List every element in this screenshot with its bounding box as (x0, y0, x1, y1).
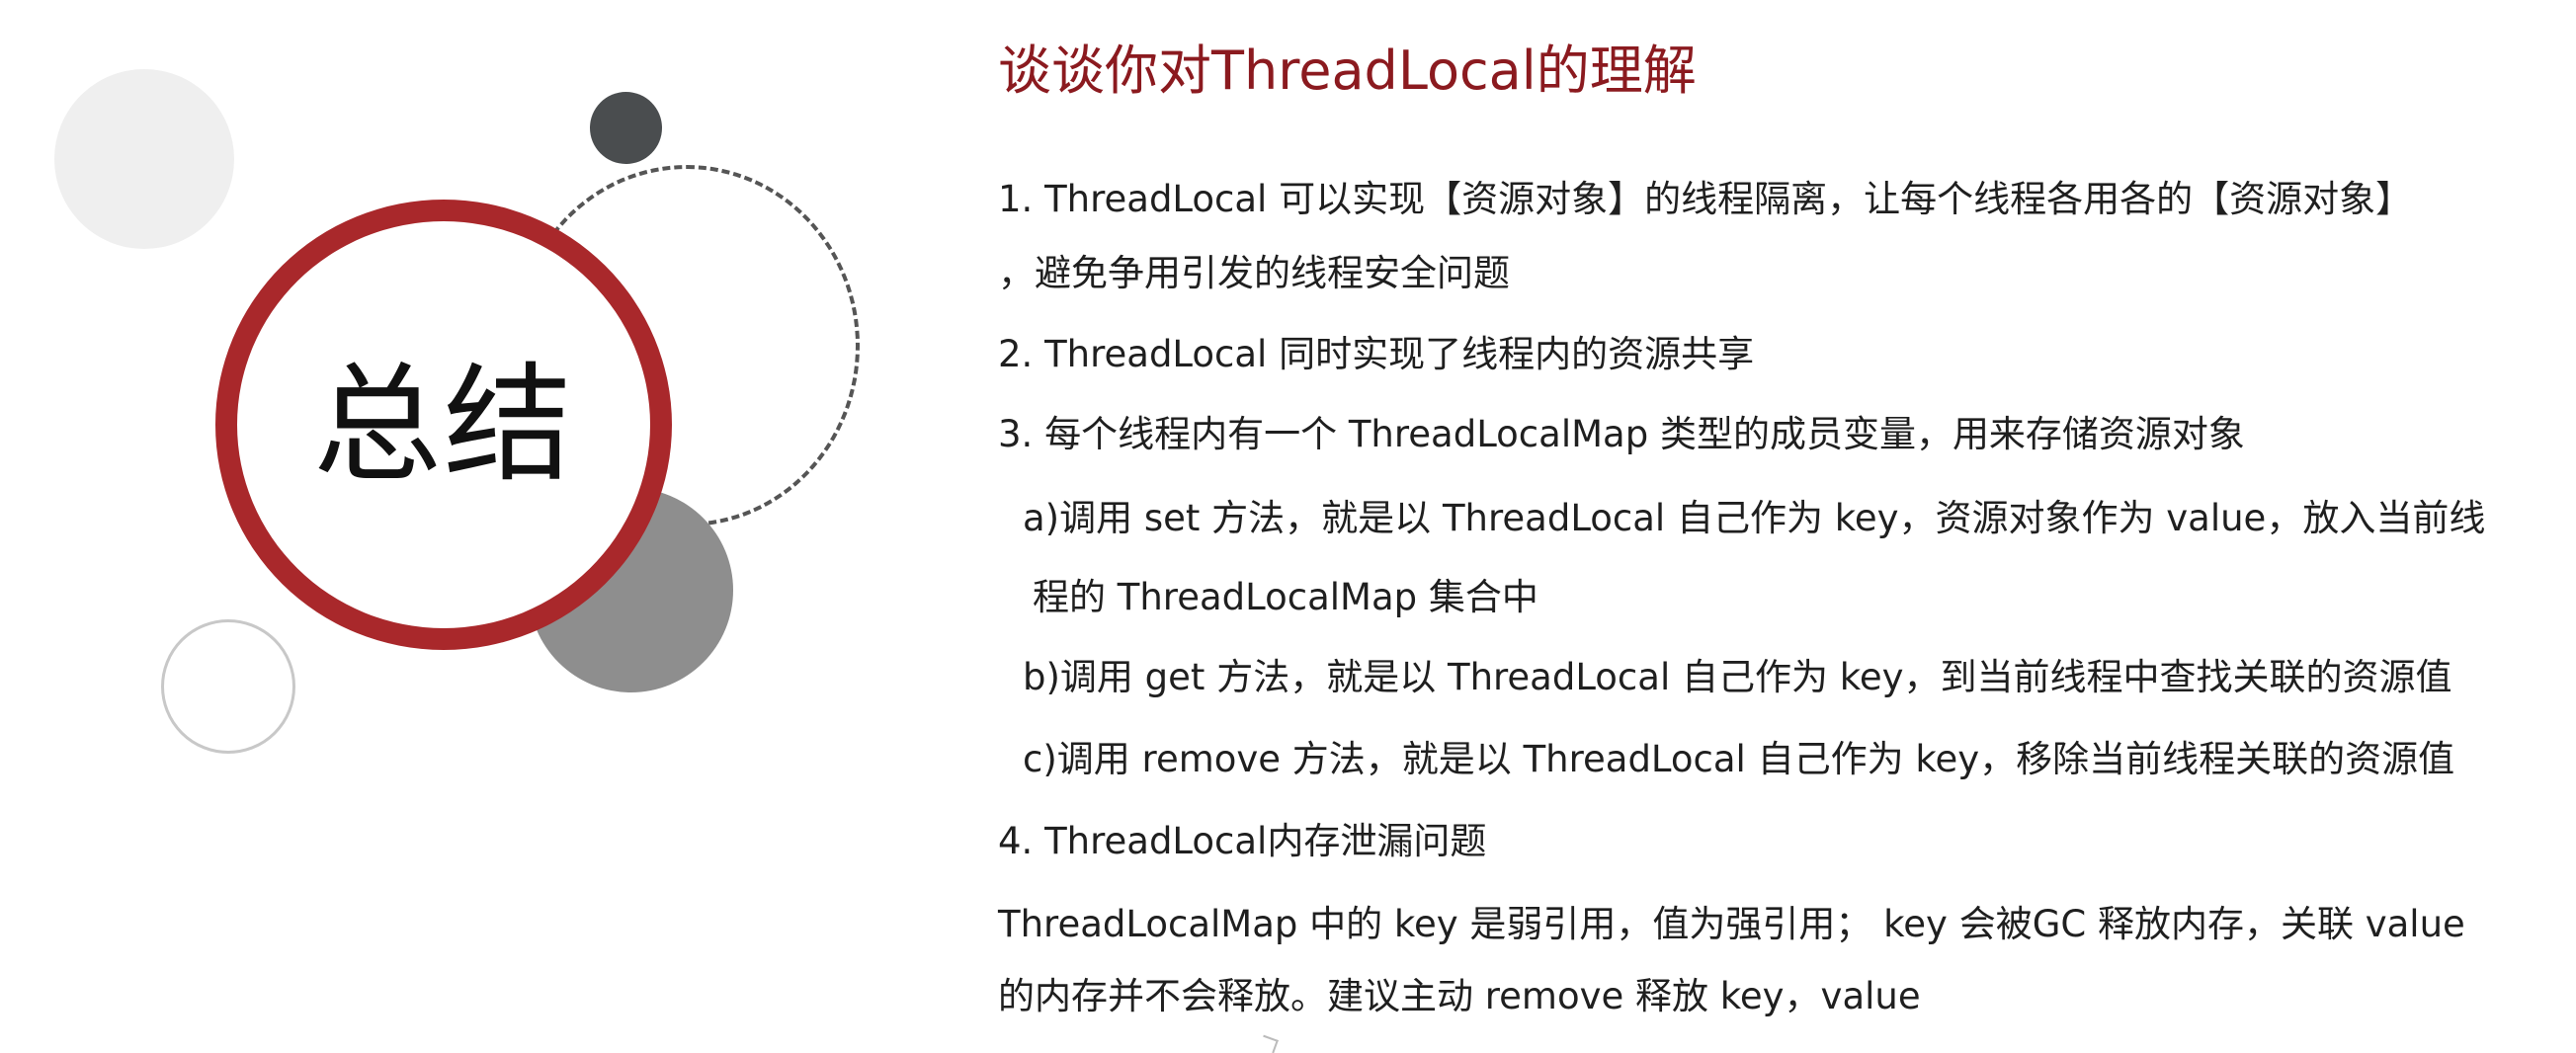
point-1-line-1: 1. ThreadLocal 可以实现【资源对象】的线程隔离，让每个线程各用各的… (998, 178, 2413, 220)
slide-title: 谈谈你对ThreadLocal的理解 (998, 40, 1697, 102)
red-ring-badge: 总结 (215, 200, 672, 650)
point-4-detail-line-1: ThreadLocalMap 中的 key 是弱引用，值为强引用； key 会被… (998, 903, 2465, 945)
summary-heading: 总结 (312, 350, 574, 500)
outline-circle-decoration (161, 619, 295, 754)
point-3: 3. 每个线程内有一个 ThreadLocalMap 类型的成员变量，用来存储资… (998, 413, 2245, 455)
point-1-line-2: ，避免争用引发的线程安全问题 (998, 252, 1510, 294)
cursor-artifact (1259, 1034, 1279, 1053)
point-2: 2. ThreadLocal 同时实现了线程内的资源共享 (998, 333, 1755, 375)
point-3b: b)调用 get 方法，就是以 ThreadLocal 自己作为 key，到当前… (1023, 656, 2452, 698)
light-gray-circle-decoration (54, 69, 234, 249)
point-4: 4. ThreadLocal内存泄漏问题 (998, 820, 1487, 862)
dark-circle-decoration (590, 92, 662, 164)
point-3a-line-1: a)调用 set 方法，就是以 ThreadLocal 自己作为 key，资源对… (1023, 497, 2486, 539)
point-3a-line-2: 程的 ThreadLocalMap 集合中 (1033, 576, 1538, 618)
point-3c: c)调用 remove 方法，就是以 ThreadLocal 自己作为 key，… (1023, 738, 2455, 780)
slide: 总结 谈谈你对ThreadLocal的理解 1. ThreadLocal 可以实… (0, 0, 2576, 1053)
point-4-detail-line-2: 的内存并不会释放。建议主动 remove 释放 key，value (998, 975, 1921, 1017)
